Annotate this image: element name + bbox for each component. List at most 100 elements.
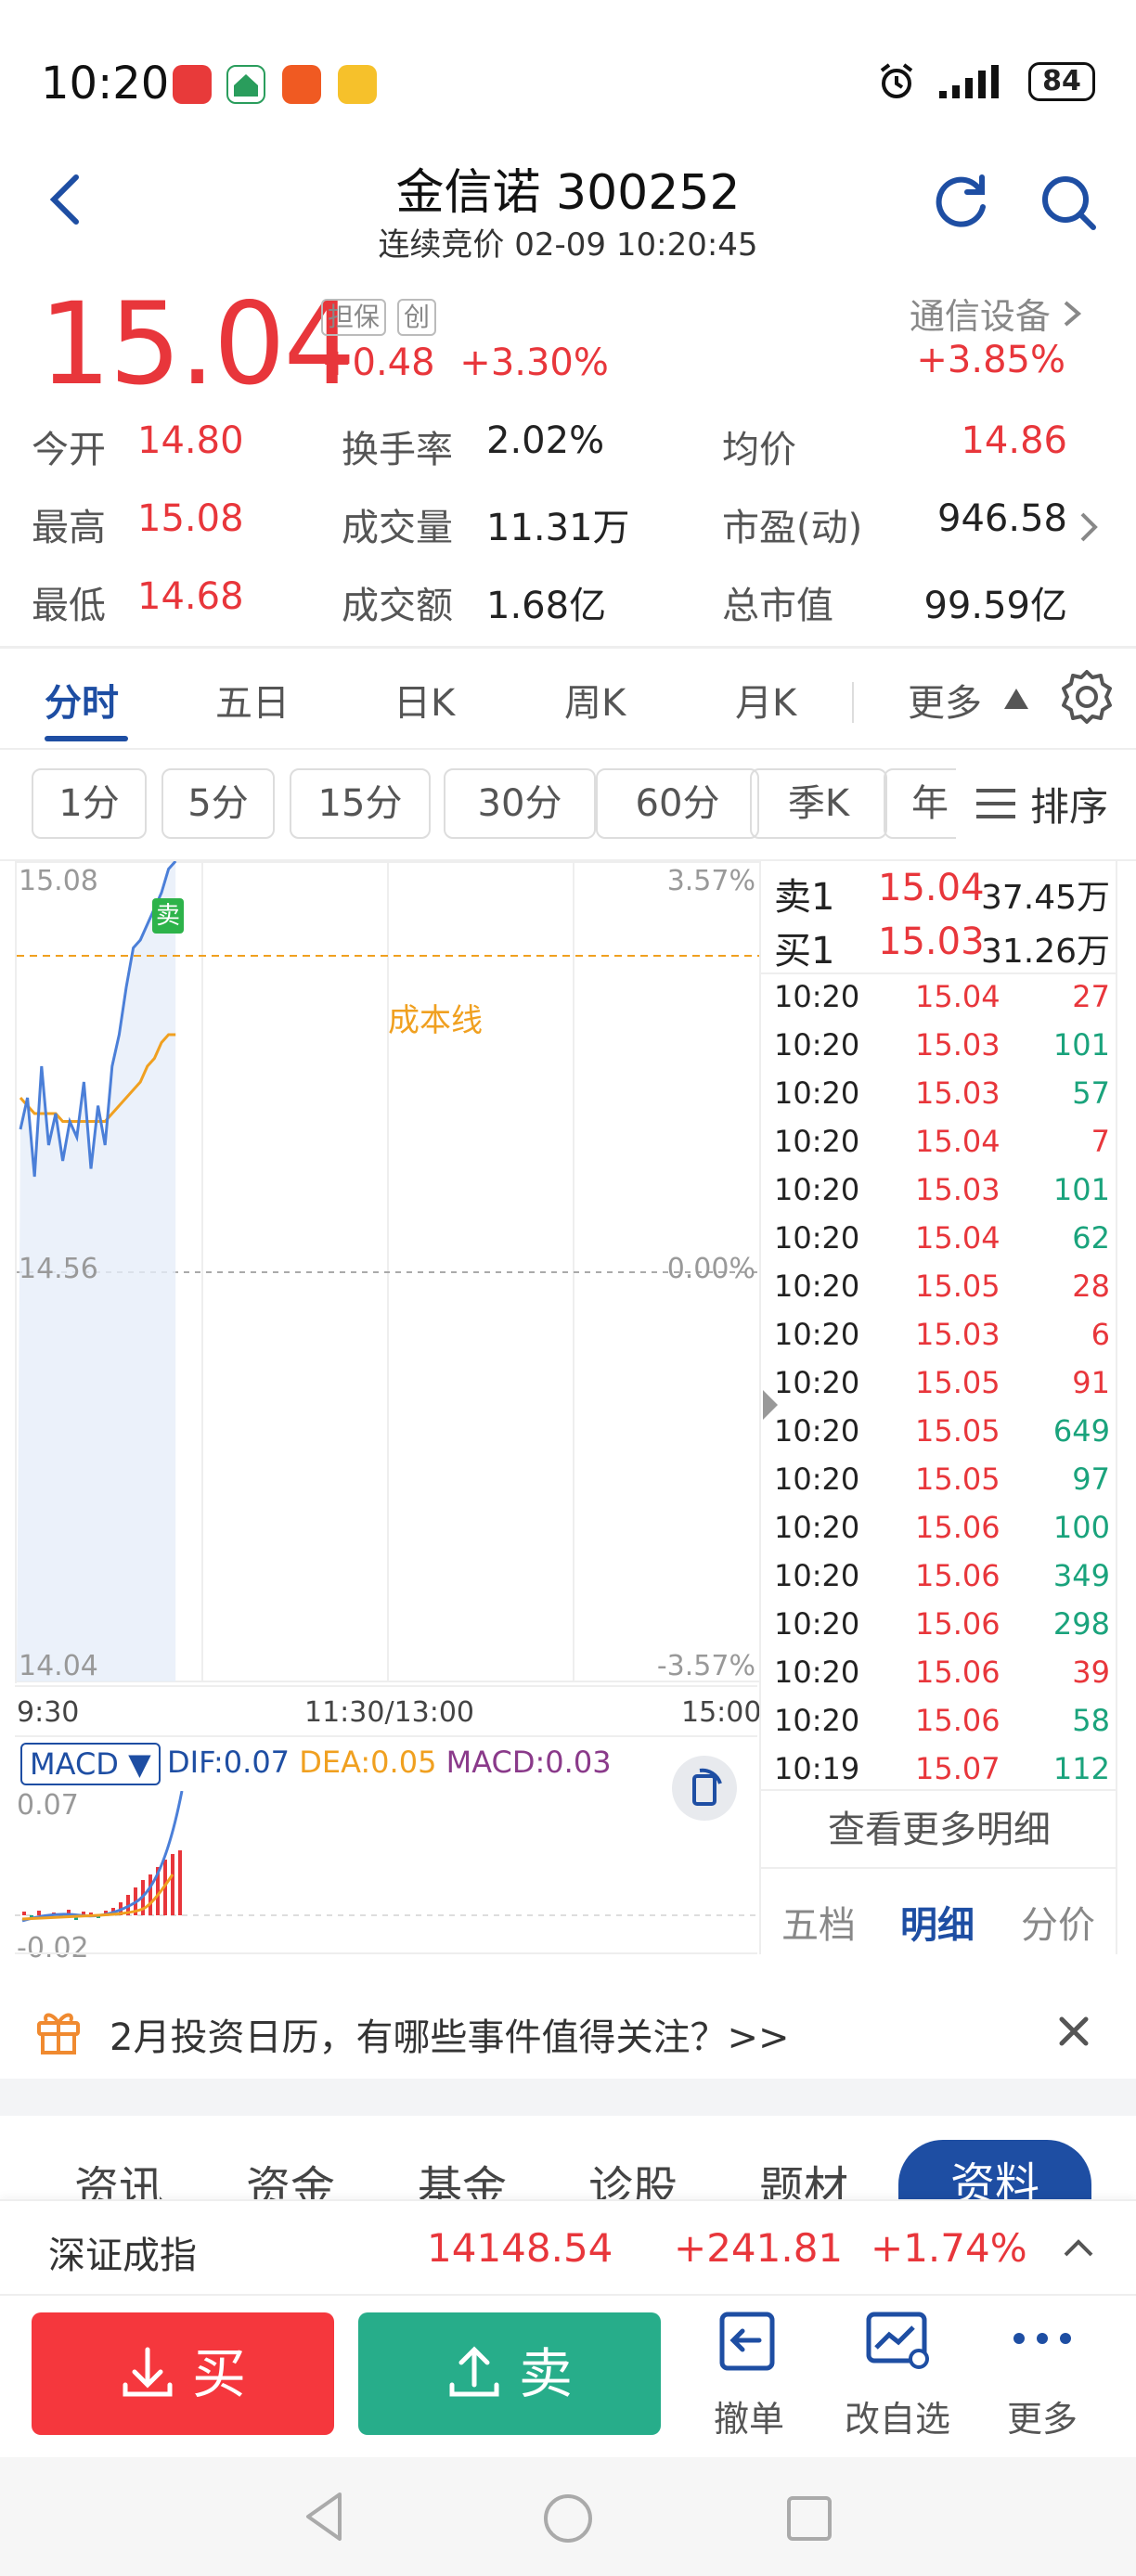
macd-bar [37,1911,41,1915]
order-book-row: 卖1 15.04 37.45万 [774,867,1117,919]
period-pill-2[interactable]: 15分 [290,768,431,839]
battery-indicator: 84 [1028,62,1095,101]
search-button[interactable] [1038,172,1099,237]
price-change-pct: +3.30% [459,341,609,384]
close-icon[interactable] [1058,2016,1090,2047]
tab-detail[interactable]: 明细 [900,1895,975,1949]
period-pill-4[interactable]: 60分 [596,768,759,839]
gear-icon [1062,670,1112,724]
x-axis-end: 15:00 [681,1696,762,1729]
search-icon [1042,176,1096,230]
sell-marker[interactable]: 卖 [152,898,184,934]
trade-row: 10:20 15.06 58 [774,1703,1117,1751]
more-actions-label: 更多 [1006,2399,1078,2440]
macd-bar [22,1912,26,1915]
settings-button[interactable] [1056,666,1117,731]
edit-watchlist-button[interactable] [863,2309,934,2377]
index-value: 14148.54 [427,2225,613,2271]
intraday-chart[interactable] [15,860,759,1683]
stat-value: 14.80 [137,419,244,462]
trade-volume: 101 [1052,1172,1110,1207]
cancel-order-button[interactable] [678,2309,780,2377]
order-book-volume: 31.26万 [980,933,1110,971]
tab-level5[interactable]: 五档 [781,1895,856,1949]
macd-bar [171,1854,174,1915]
tab-price-dist[interactable]: 分价 [1021,1895,1095,1949]
more-detail-button[interactable]: 查看更多明细 [761,1789,1117,1867]
y-axis-top: 15.08 [19,865,98,897]
trade-price: 15.06 [915,1510,1000,1545]
divider [15,1735,757,1737]
index-name: 深证成指 [48,2235,197,2277]
trade-row: 10:20 15.04 62 [774,1220,1117,1269]
trade-row: 10:20 15.05 97 [774,1462,1117,1510]
order-book-label: 买1 [774,930,835,972]
tab-3[interactable]: 周K [564,673,626,727]
period-pill-1[interactable]: 5分 [161,768,275,839]
stat-label: 成交额 [342,585,453,627]
chevron-right-icon[interactable] [1078,509,1099,546]
trade-price: 15.04 [915,1220,1000,1256]
trade-time: 10:20 [774,1655,860,1690]
trade-price: 15.04 [915,979,1000,1014]
trade-volume: 7 [1091,1124,1110,1159]
divider [761,972,1117,974]
signal-icon [939,65,999,98]
trade-price: 15.06 [915,1606,1000,1642]
trade-row: 10:20 15.03 101 [774,1027,1117,1075]
trade-price: 15.05 [915,1269,1000,1304]
tab-separator [852,682,854,723]
stat-label: 最高 [32,507,106,549]
nav-home-icon[interactable] [542,2492,594,2544]
refresh-button[interactable] [930,172,991,237]
trade-row: 10:20 15.06 298 [774,1606,1117,1655]
food-app-icon [282,65,321,104]
trade-row: 10:20 15.05 91 [774,1365,1117,1413]
macd-selector[interactable]: MACD ▼ [20,1743,161,1785]
tab-5[interactable]: 更多 [908,673,982,727]
nav-back-icon[interactable] [303,2491,345,2543]
trade-time: 10:20 [774,1558,860,1593]
stat-value: 11.31万 [486,507,630,549]
trade-time: 10:20 [774,1172,860,1207]
active-tab-underline [45,736,128,741]
trade-volume: 39 [1072,1655,1110,1690]
trade-price: 15.04 [915,1124,1000,1159]
nav-recents-icon[interactable] [785,2494,833,2543]
sort-button[interactable]: 排序 [956,768,1136,839]
tab-0[interactable]: 分时 [45,673,119,727]
pct-axis-top: 3.57% [666,865,755,897]
period-pill-5[interactable]: 季K [750,768,887,839]
trade-time: 10:20 [774,1124,860,1159]
tab-4[interactable]: 月K [735,673,796,727]
trade-price: 15.06 [915,1703,1000,1738]
stat-value: 14.68 [137,575,244,618]
tab-1[interactable]: 五日 [215,673,290,727]
sell-label: 卖 [518,2342,573,2405]
stat-value: 15.08 [137,497,244,540]
trade-time: 10:20 [774,1269,860,1304]
trade-volume: 27 [1072,979,1110,1014]
period-pill-3[interactable]: 30分 [444,768,596,839]
chevron-up-icon[interactable] [1062,2236,1095,2259]
sector-link[interactable]: 通信设备 [910,288,1082,339]
trade-volume: 349 [1052,1558,1110,1593]
sell-button[interactable]: 卖 [358,2312,661,2435]
trade-volume: 57 [1072,1075,1110,1111]
trade-volume: 62 [1072,1220,1110,1256]
gift-icon [37,2013,80,2054]
huawei-app-icon [173,65,212,104]
margin-tag: 担保 [321,299,387,336]
more-actions-button[interactable] [1010,2329,1075,2351]
trade-row: 10:20 15.03 57 [774,1075,1117,1124]
price-change: +0.48 +3.30% [321,341,609,384]
cancel-order-icon [719,2312,775,2371]
tab-2[interactable]: 日K [394,673,455,727]
sort-label: 排序 [1030,783,1109,830]
chevron-right-icon [1064,301,1082,327]
order-book-label: 卖1 [774,876,835,919]
buy-label: 买 [191,2342,246,2405]
period-pill-0[interactable]: 1分 [32,768,147,839]
buy-button[interactable]: 买 [32,2312,334,2435]
trade-volume: 101 [1052,1027,1110,1063]
